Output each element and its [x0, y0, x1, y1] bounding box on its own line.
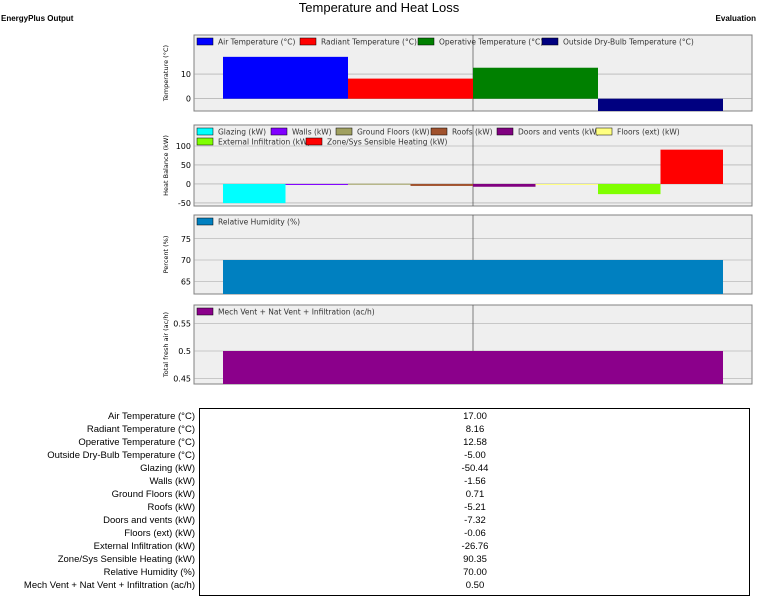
bar: [223, 183, 286, 204]
legend-item: Doors and vents (kW): [518, 128, 600, 137]
legend-item: Air Temperature (°C): [218, 38, 295, 47]
legend-item: Walls (kW): [292, 128, 332, 137]
legend-swatch: [496, 127, 514, 136]
tick-label: 10: [181, 70, 191, 79]
table-row-label: Mech Vent + Nat Vent + Infiltration (ac/…: [23, 580, 195, 591]
legend-swatch: [430, 127, 448, 136]
legend-swatch: [196, 127, 214, 136]
legend-item: Roofs (kW): [452, 128, 493, 137]
chart-humidity: 65 70 75 Percent (%) Relative Humidity (%): [162, 214, 753, 295]
legend-swatch: [305, 137, 323, 146]
tick-label: -50: [178, 199, 191, 208]
tick-label: 0.55: [173, 320, 191, 329]
bar: [285, 183, 348, 185]
table-row-value: -7.32: [464, 515, 486, 526]
tick-label: 100: [176, 142, 191, 151]
y-axis-label: Temperature (°C): [162, 45, 170, 102]
bar: [223, 260, 723, 294]
legend-item: Ground Floors (kW): [357, 128, 430, 137]
table-row-label: External Infiltration (kW): [93, 541, 195, 552]
table-row-label: Walls (kW): [149, 476, 195, 487]
table-row-label: Roofs (kW): [147, 502, 196, 513]
charts-area: 0 10 Temperature (°C) Air Temperature (°C) R…: [162, 34, 753, 385]
y-axis-label: Percent (%): [162, 236, 170, 274]
legend-swatch: [541, 37, 559, 46]
table-row-value: -5.21: [464, 502, 486, 513]
legend-swatch: [417, 37, 435, 46]
bar: [223, 56, 348, 99]
legend-item: Zone/Sys Sensible Heating (kW): [327, 138, 448, 147]
legend-swatch: [196, 37, 214, 46]
legend-item: Operative Temperature (°C): [439, 38, 543, 47]
y-axis-label: Total fresh air (ac/h): [162, 312, 170, 378]
legend-item: Floors (ext) (kW): [617, 128, 680, 137]
tick-label: 70: [181, 256, 191, 265]
legend-swatch: [196, 137, 214, 146]
tick-label: 75: [181, 235, 191, 244]
bar: [223, 351, 723, 384]
table-row-label: Glazing (kW): [140, 463, 195, 474]
table-row-label: Operative Temperature (°C): [78, 437, 195, 448]
tick-label: 0.5: [178, 347, 191, 356]
bar: [535, 183, 598, 185]
table-row-value: 70.00: [463, 567, 487, 578]
legend-item: Relative Humidity (%): [218, 218, 300, 227]
legend-swatch: [299, 37, 317, 46]
table-row-label: Outside Dry-Bulb Temperature (°C): [47, 450, 195, 461]
y-axis-label: Heat Balance (kW): [162, 135, 170, 196]
table-row-value: -26.76: [461, 541, 489, 552]
table-row-value: -5.00: [464, 450, 486, 461]
table-row-value: -0.06: [464, 528, 486, 539]
table-row-label: Radiant Temperature (°C): [86, 424, 195, 435]
bar: [598, 183, 661, 195]
table-row-value: -50.44: [461, 463, 489, 474]
table-row-value: 90.35: [463, 554, 487, 565]
tick-label: 50: [181, 161, 191, 170]
table-row-value: 0.71: [465, 489, 485, 500]
legend-item: Glazing (kW): [218, 128, 266, 137]
bar: [473, 183, 536, 187]
table-row-value: 8.16: [465, 424, 485, 435]
bar: [598, 98, 723, 111]
legend-swatch: [270, 127, 288, 136]
table-row-value: 0.50: [465, 580, 485, 591]
table-row-label: Floors (ext) (kW): [124, 528, 195, 539]
legend-swatch: [595, 127, 613, 136]
table-row-label: Doors and vents (kW): [103, 515, 195, 526]
tick-label: 0.45: [173, 375, 191, 384]
tick-label: 65: [181, 277, 191, 286]
table-row-label: Air Temperature (°C): [107, 411, 195, 422]
bar: [410, 183, 473, 186]
chart-heat-balance: -50 0 50 100 Heat Balance (kW) Glazing (kW) Wa…: [162, 124, 753, 208]
table-row-value: 12.58: [463, 437, 487, 448]
chart-ventilation: 0.45 0.5 0.55Total fresh air (ac/h) Mech Ve…: [162, 304, 753, 385]
bar: [348, 183, 411, 185]
bar: [660, 149, 723, 184]
table-row-label: Zone/Sys Sensible Heating (kW): [57, 554, 195, 565]
legend-swatch: [196, 307, 214, 316]
chart-temperature: 0 10 Temperature (°C) Air Temperature (°C) R…: [162, 34, 753, 112]
bar: [348, 78, 473, 99]
tick-label: 0: [186, 180, 191, 189]
legend-swatch: [335, 127, 353, 136]
tick-label: 0: [186, 95, 191, 104]
legend-item: External Infiltration (kW): [218, 138, 310, 147]
table-row-value: -1.56: [464, 476, 486, 487]
legend-item: Mech Vent + Nat Vent + Infiltration (ac/…: [218, 308, 375, 317]
table-row-label: Ground Floors (kW): [111, 489, 195, 500]
legend-item: Radiant Temperature (°C): [321, 38, 417, 47]
legend-swatch: [196, 217, 214, 226]
legend-item: Outside Dry-Bulb Temperature (°C): [563, 38, 694, 47]
table-row-label: Relative Humidity (%): [103, 567, 195, 578]
table-row-value: 17.00: [463, 411, 487, 422]
bar: [473, 67, 598, 99]
